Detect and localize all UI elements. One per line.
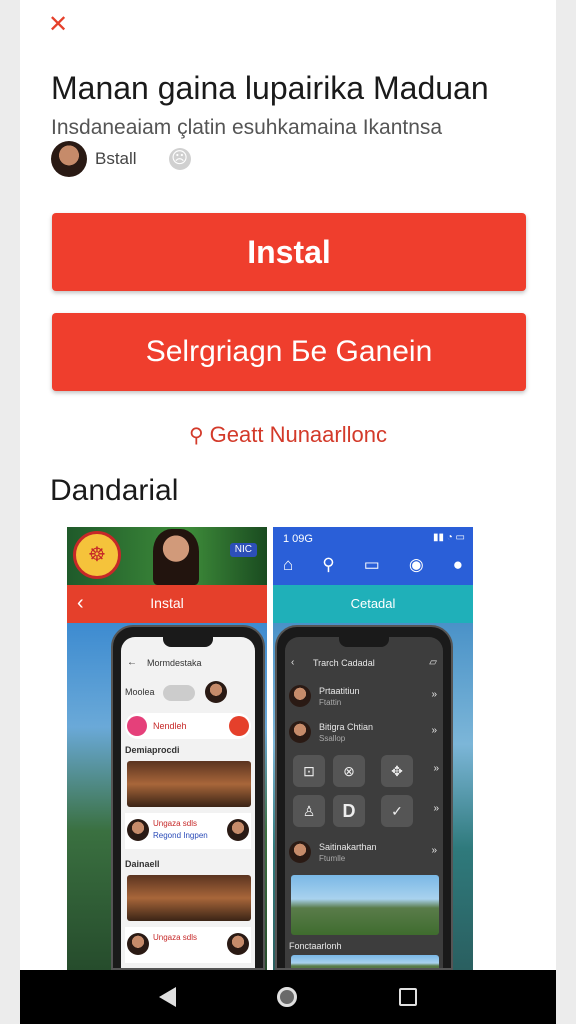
landscape-image (291, 955, 439, 968)
list-item: Ungaza sdls (125, 927, 251, 963)
avatar (227, 819, 249, 841)
card-line: Regond Ingpen (153, 831, 208, 840)
list-item: Prtaatitiun Ftattin » (289, 681, 439, 711)
row-label: Moolea (125, 687, 155, 697)
home-icon: ⌂ (283, 555, 294, 574)
chat-icon: ◉ (408, 555, 424, 574)
avatar (289, 685, 311, 707)
screenshot-left[interactable]: ☸ NIC ‹ Instal ← Mormdestaka Moolea Nend… (67, 527, 267, 970)
heading: Demiaprocdi (125, 745, 251, 756)
screen-title: Mormdestaka (147, 658, 202, 668)
banner-portrait (153, 529, 199, 585)
phone-screen: ← Mormdestaka Moolea Nendleh Demiaprocdi… (121, 637, 255, 968)
section-title: Dandarial (50, 474, 179, 507)
screen-title: Trarch Cadadal (313, 658, 375, 668)
edit-icon: ▱ (429, 657, 437, 668)
item-title: Saitinakarthan (319, 842, 377, 852)
secondary-button[interactable]: Selrgriagn Бe Ganein (52, 313, 526, 391)
room-image (127, 761, 251, 807)
section-heading: Dainaell (125, 859, 160, 869)
developer-name[interactable]: Bstall (95, 149, 137, 169)
screenshot-red-bar: ‹ Instal (67, 585, 267, 623)
screen-header: ← Mormdestaka (125, 655, 251, 673)
geatt-link[interactable]: ⚲ Geatt Nunaarllonc (20, 422, 556, 448)
phone-frame: ← Mormdestaka Moolea Nendleh Demiaprocdi… (111, 625, 265, 970)
chevron-right-icon: » (431, 689, 437, 700)
profile-icon: ● (452, 555, 463, 574)
footer-label: Fonctaarlonh (289, 941, 342, 951)
phone-notch (339, 637, 389, 647)
sad-face-icon: ☹ (168, 148, 191, 170)
monitor-icon: ▭ (363, 555, 380, 574)
card-line: Ungaza sdls (153, 933, 198, 942)
list-item: Bitigra Chtian Ssallop » (289, 717, 439, 747)
phone-notch (163, 637, 213, 647)
banner: ☸ NIC (67, 527, 267, 585)
screenshot-right[interactable]: 1 09G ▮▮ ◔ ▭ ⌂ ⚲ ▭ ◉ ● Cetadal ‹ Trarch … (273, 527, 473, 970)
nav-recents-icon[interactable] (399, 988, 417, 1006)
search-icon: ⚲ (322, 555, 335, 574)
chevron-right-icon: » (431, 725, 437, 736)
chevron-right-icon: » (433, 763, 439, 774)
avatar (227, 933, 249, 955)
item-title: Prtaatitiun (319, 686, 360, 696)
install-button[interactable]: Instal (52, 213, 526, 291)
phone-frame: ‹ Trarch Cadadal ▱ Prtaatitiun Ftattin »… (275, 625, 453, 970)
screen-header: ‹ Trarch Cadadal ▱ (289, 655, 439, 673)
toolbar-icons: ⌂ ⚲ ▭ ◉ ● (283, 555, 463, 575)
action-icon (229, 716, 249, 736)
developer-row: Bstall ☹ (51, 140, 191, 178)
avatar (127, 933, 149, 955)
heading: Dainaell (125, 859, 251, 870)
nav-home-icon[interactable] (277, 987, 297, 1007)
status-icons: ▮▮ ◔ ▭ (432, 532, 465, 543)
avatar (205, 681, 227, 703)
list-item: Saitinakarthan Ftumlle » (289, 837, 439, 867)
app-title: Manan gaina lupairika Maduan (51, 70, 489, 106)
avatar (289, 841, 311, 863)
section-heading: Demiaprocdi (125, 745, 180, 755)
list-item: Nendleh (125, 713, 251, 739)
phone-screen: ‹ Trarch Cadadal ▱ Prtaatitiun Ftattin »… (285, 637, 443, 968)
chevron-right-icon: » (433, 803, 439, 814)
developer-avatar (51, 141, 87, 177)
room-image (127, 875, 251, 921)
back-arrow-icon: ‹ (291, 657, 295, 668)
avatar (289, 721, 311, 743)
item-subtitle: Ftattin (319, 698, 342, 707)
bar-label: Cetadal (350, 596, 396, 611)
system-nav-bar (20, 970, 556, 1024)
list-item: Moolea (125, 681, 251, 705)
app-subtitle: Insdaneaiam çlatin esuhkamaina Ikantnsa (51, 116, 443, 139)
item-subtitle: Ssallop (319, 734, 346, 743)
nav-back-icon[interactable] (159, 987, 176, 1007)
tag-badge: NIC (229, 543, 257, 557)
landscape-image (291, 875, 439, 935)
emblem-icon: ☸ (73, 531, 121, 579)
avatar (127, 819, 149, 841)
item-subtitle: Ftumlle (319, 854, 346, 863)
key-icon: ⚲ (189, 425, 204, 447)
toggle (163, 685, 195, 701)
screenshot-blue-bar: 1 09G ▮▮ ◔ ▭ ⌂ ⚲ ▭ ◉ ● (273, 527, 473, 585)
link-label: Geatt Nunaarllonc (209, 422, 387, 447)
screenshot-teal-bar: Cetadal (273, 585, 473, 623)
list-item: Ungaza sdls Regond Ingpen (125, 813, 251, 849)
back-arrow-icon: ← (127, 657, 137, 668)
bar-label: Instal (150, 595, 184, 611)
status-time: 1 09G (283, 533, 313, 545)
row-label: Nendleh (153, 721, 187, 731)
close-icon[interactable]: ✕ (48, 12, 68, 36)
list-icon (127, 716, 147, 736)
card-line: Ungaza sdls (153, 819, 198, 828)
item-title: Bitigra Chtian (319, 722, 374, 732)
chevron-right-icon: » (431, 845, 437, 856)
